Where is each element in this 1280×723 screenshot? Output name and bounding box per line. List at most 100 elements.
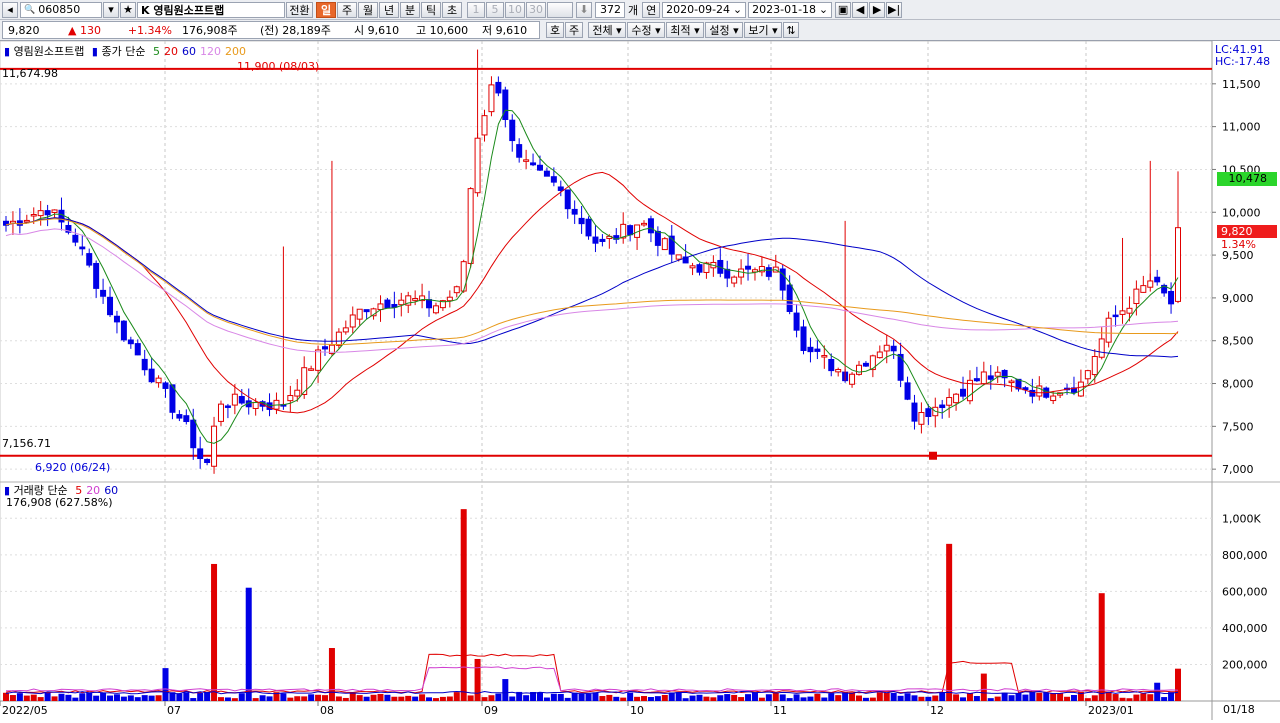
candle-down xyxy=(550,176,557,183)
candle-up xyxy=(953,393,960,404)
candle-up xyxy=(620,223,627,239)
menu-item-0[interactable]: 전체 ▾ xyxy=(588,22,626,38)
volume-bar xyxy=(932,695,939,701)
candle-up xyxy=(377,303,384,311)
candle-down xyxy=(862,362,869,367)
volume-bar xyxy=(731,694,738,701)
candle-down xyxy=(86,253,93,266)
candle-down xyxy=(564,189,571,210)
candle-down xyxy=(16,220,23,226)
chart-area[interactable]: 2022/05 07 08 09 10 11 12 2023/01 11,500 11,000 10… xyxy=(0,40,1280,720)
minute-button-5[interactable]: 5 xyxy=(486,1,504,18)
candle-up xyxy=(342,327,349,333)
x-tick-label: 2022/05 xyxy=(2,704,48,717)
volume-bar xyxy=(44,692,51,701)
menu-item-1[interactable]: 수정 ▾ xyxy=(627,22,665,38)
candle-up xyxy=(467,188,474,264)
period-tab-5[interactable]: 틱 xyxy=(421,1,441,18)
volume-bar xyxy=(1036,692,1043,701)
volume-bar xyxy=(224,697,231,701)
volume-bar xyxy=(835,695,842,701)
ma-line-200 xyxy=(5,218,1179,345)
candle-up xyxy=(481,115,488,136)
volume-bar xyxy=(37,697,44,701)
volume-bar xyxy=(426,697,433,701)
candle-up xyxy=(349,314,356,328)
next-arrow-icon[interactable]: ▶ xyxy=(869,1,886,18)
volume-bar xyxy=(280,693,287,701)
stock-code-input[interactable]: 🔍 060850 xyxy=(20,1,102,18)
prev-arrow-icon[interactable]: ◀ xyxy=(852,1,869,18)
save-icon[interactable]: ▣ xyxy=(835,1,852,18)
y-tick-label: 7,000 xyxy=(1222,463,1254,476)
change-value: ▲ 130 xyxy=(68,23,101,37)
volume-bar xyxy=(897,695,904,701)
volume-bar xyxy=(876,692,883,701)
candle-down xyxy=(939,404,946,409)
legend-marker: ▮ xyxy=(4,45,11,58)
dropdown-icon[interactable]: ▾ xyxy=(103,1,119,18)
minute-button-1[interactable]: 1 xyxy=(467,1,485,18)
volume-bar xyxy=(155,695,162,701)
y-tick-label: 11,500 xyxy=(1222,78,1261,91)
last-arrow-icon[interactable]: ▶| xyxy=(886,1,903,18)
volume-bar xyxy=(800,697,807,701)
minute-button-10[interactable]: 10 xyxy=(505,1,525,18)
candle-down xyxy=(495,81,502,94)
date-to-input[interactable]: 2023-01-18 ⌄ xyxy=(748,1,833,18)
y-tick-label: 11,000 xyxy=(1222,121,1261,134)
period-tab-0[interactable]: 일 xyxy=(316,1,336,18)
period-tab-3[interactable]: 년 xyxy=(379,1,399,18)
x-tick-label: 07 xyxy=(167,704,181,717)
volume-bar xyxy=(786,698,793,701)
period-tab-2[interactable]: 월 xyxy=(358,1,378,18)
stock-button[interactable]: 주 xyxy=(565,22,583,38)
ma-label-0: 5 xyxy=(152,45,160,58)
menu-item-2[interactable]: 최적 ▾ xyxy=(666,22,704,38)
switch-button[interactable]: 전환 xyxy=(286,1,313,18)
candle-up xyxy=(398,299,405,306)
candle-up xyxy=(315,349,322,371)
volume-bar xyxy=(550,693,557,701)
menu-item-4[interactable]: 보기 ▾ xyxy=(744,22,782,38)
volume-bar xyxy=(883,692,890,701)
ask-button[interactable]: 호 xyxy=(546,22,564,38)
volume-bar xyxy=(301,696,308,701)
legend-marker: ▮ xyxy=(91,45,98,58)
candle-up xyxy=(335,331,342,346)
low-line-marker xyxy=(929,451,937,460)
candle-up xyxy=(1098,338,1105,358)
menu-item-3[interactable]: 설정 ▾ xyxy=(705,22,743,38)
volume-bar xyxy=(211,563,218,701)
chart-canvas: 2022/05 07 08 09 10 11 12 2023/01 11,500 11,000 10… xyxy=(0,40,1280,720)
count-input[interactable]: 372 xyxy=(595,1,625,18)
ma-label-1: 20 xyxy=(163,45,178,58)
candle-up xyxy=(287,395,294,402)
candle-down xyxy=(79,246,86,250)
period-tab-4[interactable]: 분 xyxy=(400,1,420,18)
minute-button-30[interactable]: 30 xyxy=(526,1,546,18)
volume-bar xyxy=(252,698,259,701)
date-from-input[interactable]: 2020-09-24 ⌄ xyxy=(662,1,747,18)
candle-up xyxy=(294,389,301,397)
candle-down xyxy=(904,382,911,400)
candle-down xyxy=(426,299,433,309)
menu-grid-icon[interactable]: ◂ xyxy=(2,1,18,18)
volume: 176,908주 xyxy=(182,24,238,37)
candle-up xyxy=(1091,356,1098,376)
candle-down xyxy=(1154,276,1161,283)
custom-period-button[interactable] xyxy=(547,1,573,18)
candle-down xyxy=(724,268,731,279)
volume-bar xyxy=(592,692,599,701)
candle-down xyxy=(557,186,564,191)
settings-pin-icon[interactable]: ⇅ xyxy=(783,22,799,38)
x-tick-label: 08 xyxy=(320,704,334,717)
candle-down xyxy=(599,238,606,242)
candle-up xyxy=(252,401,259,409)
candle-down xyxy=(516,144,523,158)
mode-button[interactable]: 연 xyxy=(642,1,661,18)
arrow-down-icon[interactable]: ⬇ xyxy=(576,1,592,18)
favorite-star-icon[interactable]: ★ xyxy=(120,1,136,18)
period-tab-1[interactable]: 주 xyxy=(337,1,357,18)
period-tab-6[interactable]: 초 xyxy=(442,1,462,18)
